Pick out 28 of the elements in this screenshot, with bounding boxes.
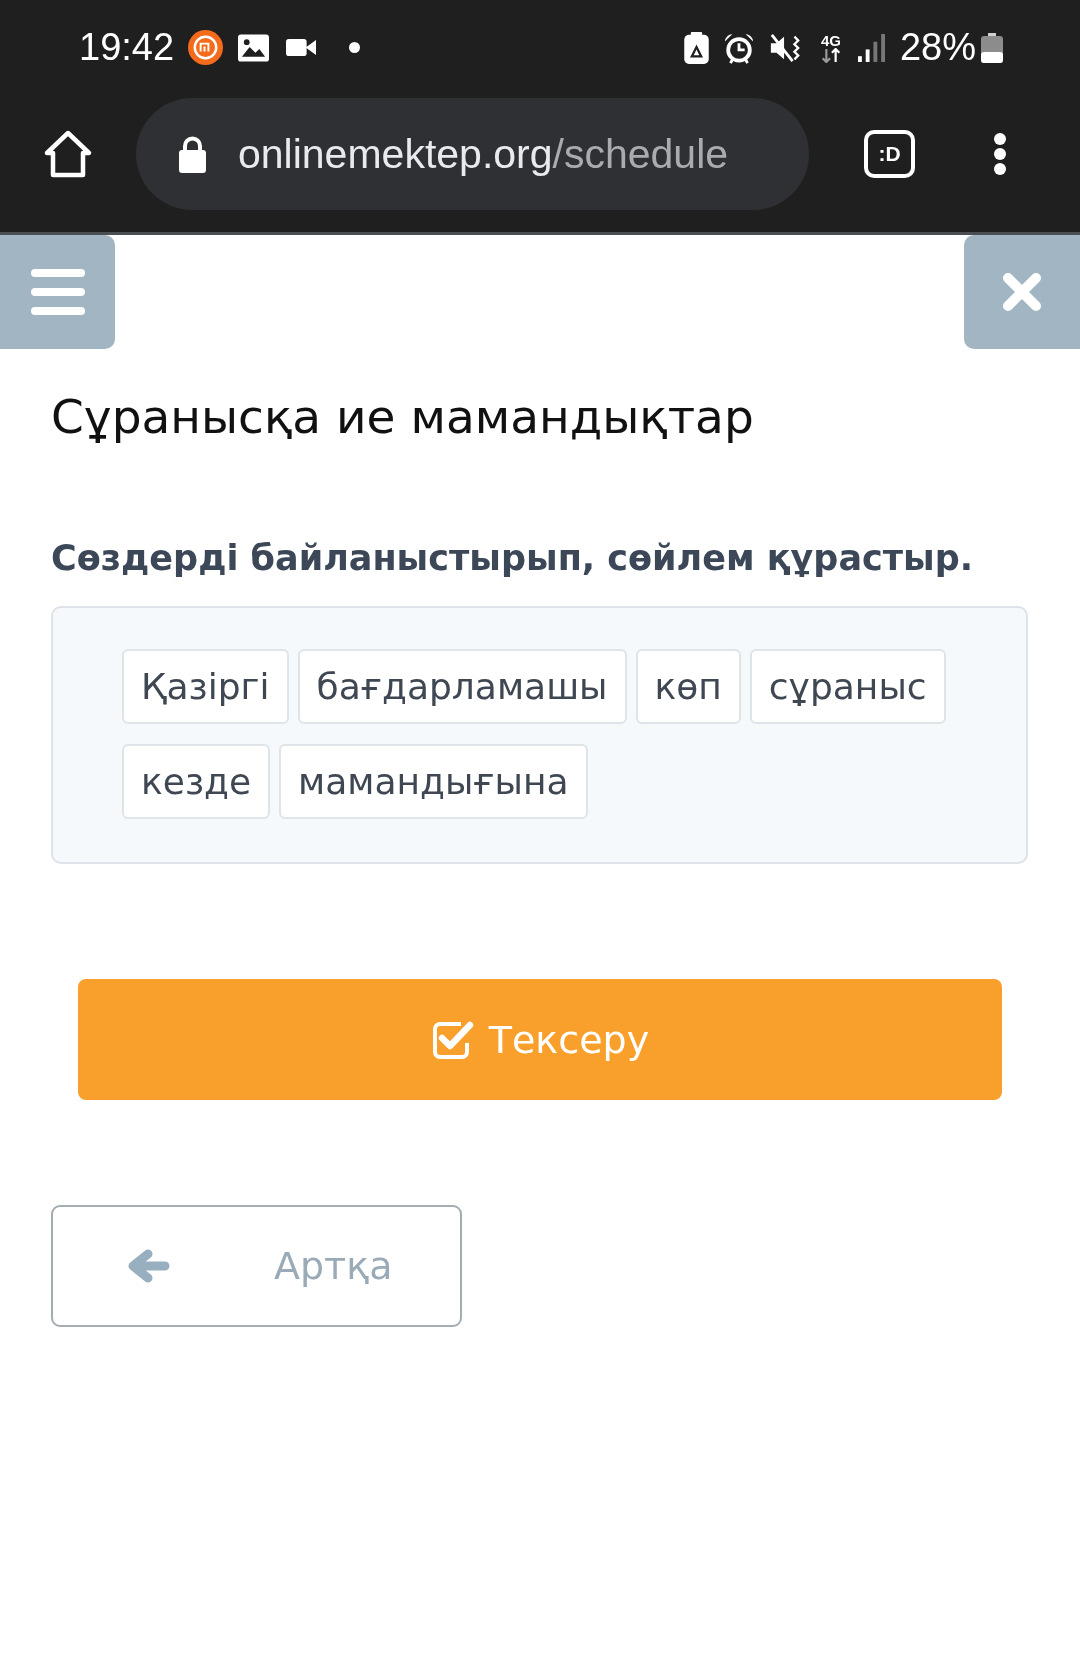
- close-icon: [1002, 272, 1042, 312]
- left-arrow-icon: [128, 1249, 170, 1283]
- instruction-text: Сөздерді байланыстырып, сөйлем құрастыр.: [51, 537, 975, 580]
- word-chip[interactable]: кезде: [122, 744, 271, 819]
- address-bar[interactable]: onlinemektep.org/schedule: [136, 98, 809, 210]
- menu-icon: [30, 269, 85, 315]
- alarm-clock-icon: [722, 31, 755, 64]
- image-icon: [238, 33, 270, 62]
- muted-vibrate-icon: [768, 31, 801, 64]
- signal-bars-icon: [857, 33, 885, 62]
- word-chip[interactable]: сұраныс: [749, 649, 946, 724]
- word-chip[interactable]: көп: [635, 649, 741, 724]
- home-icon[interactable]: [43, 129, 93, 179]
- video-camera-icon: [286, 37, 317, 58]
- battery-icon: [981, 32, 1003, 63]
- network-type-label: 4G: [820, 32, 841, 48]
- clock-time: 19:42: [79, 26, 175, 69]
- page-title: Сұранысқа ие мамандықтар: [51, 389, 755, 445]
- battery-percentage: 28%: [899, 26, 976, 69]
- lock-icon: [177, 135, 208, 173]
- notification-dot-icon: [349, 42, 361, 53]
- round-logo-icon: [188, 30, 224, 65]
- url-text: onlinemektep.org/schedule: [238, 130, 729, 178]
- word-chip[interactable]: бағдарламашы: [297, 649, 627, 724]
- tab-switcher-button[interactable]: :D: [864, 130, 915, 178]
- more-options-icon[interactable]: [993, 133, 1007, 175]
- word-chip[interactable]: мамандығына: [279, 744, 588, 819]
- word-chip[interactable]: Қазіргі: [122, 649, 289, 724]
